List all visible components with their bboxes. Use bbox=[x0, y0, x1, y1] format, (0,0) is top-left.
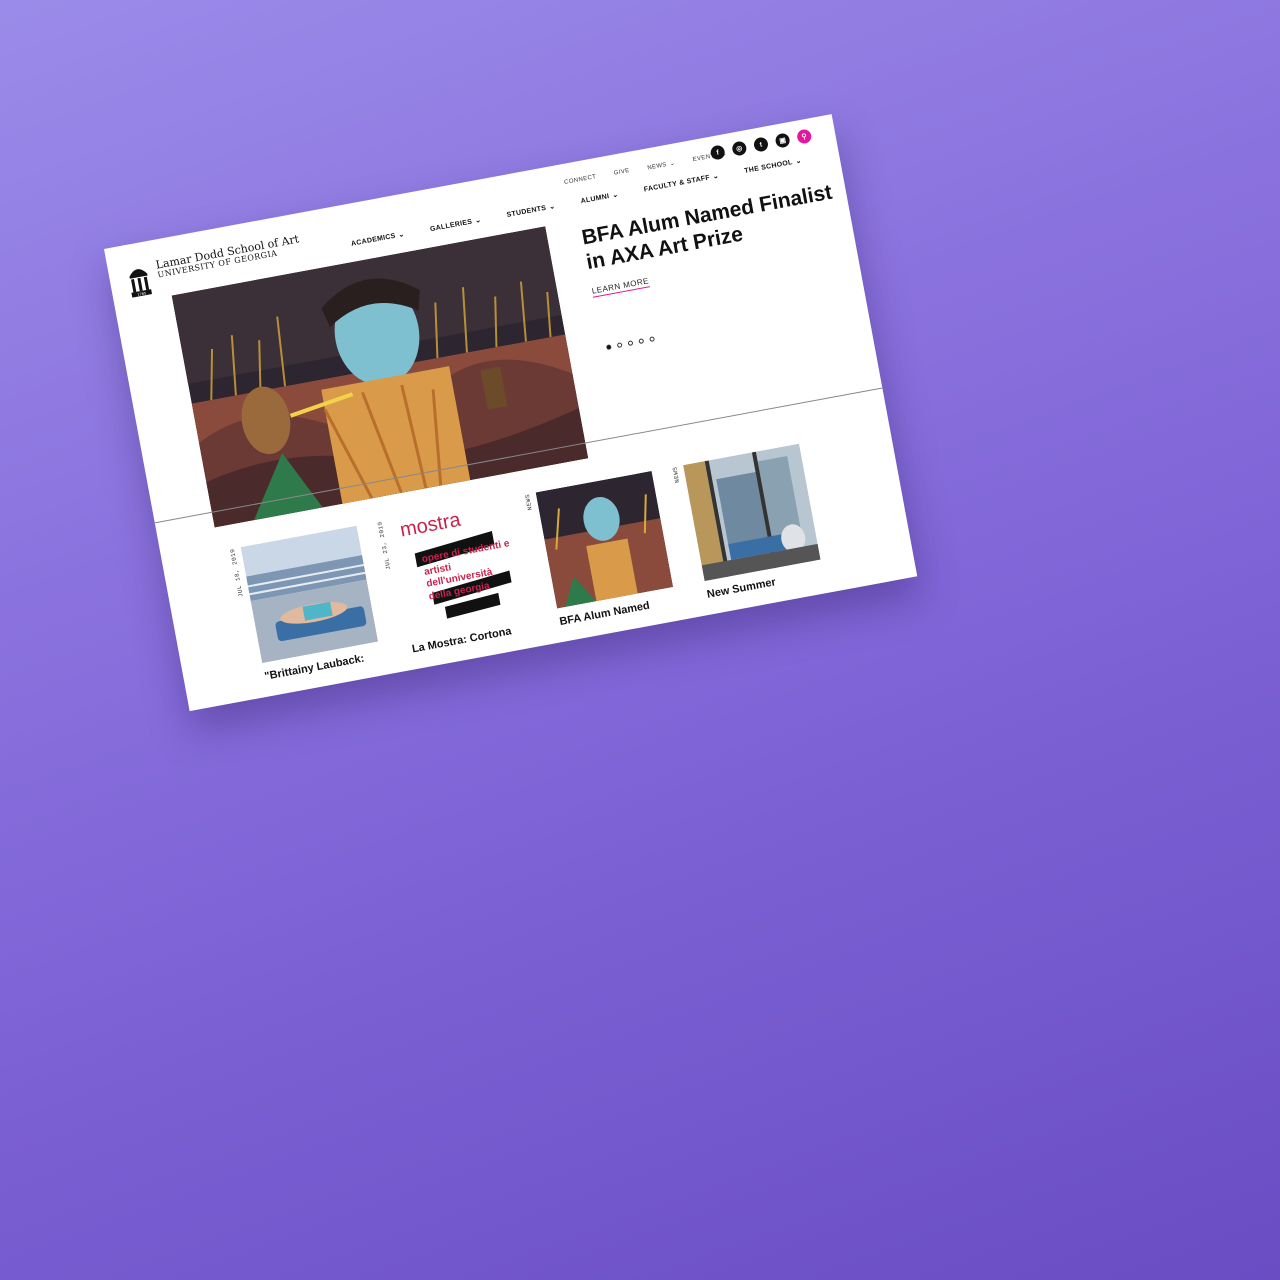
util-connect[interactable]: CONNECT bbox=[564, 174, 597, 187]
slider-dot[interactable] bbox=[627, 340, 634, 347]
card-image bbox=[683, 443, 821, 582]
nav-students[interactable]: STUDENTS bbox=[506, 202, 556, 219]
slider-dots bbox=[605, 336, 656, 351]
arch-logo-icon: 1785 bbox=[125, 261, 153, 298]
news-card[interactable]: JUL 18, 2019 "Brittainy Lauback: bbox=[229, 525, 382, 683]
news-card[interactable]: NEWS BFA Alum Named bbox=[524, 470, 677, 628]
twitter-icon[interactable]: t bbox=[752, 136, 770, 153]
news-card[interactable]: JUL 23, 2019 mostra opere di studenti e … bbox=[376, 498, 529, 655]
card-image: mostra opere di studenti e artisti dell'… bbox=[388, 498, 526, 636]
card-image bbox=[240, 525, 379, 664]
slider-dot[interactable] bbox=[605, 344, 612, 351]
slider-dot[interactable] bbox=[638, 338, 645, 345]
facebook-icon[interactable]: f bbox=[709, 144, 726, 161]
nav-alumni[interactable]: ALUMNI bbox=[580, 190, 619, 205]
learn-more-link[interactable]: LEARN MORE bbox=[591, 276, 651, 299]
card-image bbox=[535, 470, 674, 609]
nav-academics[interactable]: ACADEMICS bbox=[350, 230, 405, 248]
util-news[interactable]: NEWS bbox=[647, 160, 676, 171]
slider-dot[interactable] bbox=[616, 342, 623, 349]
website-screenshot: 1785 Lamar Dodd School of Art UNIVERSITY… bbox=[104, 114, 918, 712]
slider-dot[interactable] bbox=[649, 336, 656, 343]
card-date: NEWS bbox=[523, 493, 534, 511]
util-give[interactable]: GIVE bbox=[613, 168, 630, 178]
nav-the-school[interactable]: THE SCHOOL bbox=[744, 156, 803, 175]
nav-faculty-staff[interactable]: FACULTY & STAFF bbox=[643, 172, 719, 193]
card-date: NEWS bbox=[671, 466, 682, 484]
vimeo-icon[interactable]: ▣ bbox=[774, 132, 791, 149]
social-links: f ◎ t ▣ ⚲ bbox=[709, 128, 813, 161]
instagram-icon[interactable]: ◎ bbox=[731, 140, 748, 157]
nav-galleries[interactable]: GALLERIES bbox=[429, 216, 482, 234]
news-card[interactable]: NEWS New Summer bbox=[671, 443, 824, 601]
logo-year: 1785 bbox=[137, 291, 147, 297]
search-icon[interactable]: ⚲ bbox=[796, 128, 813, 145]
